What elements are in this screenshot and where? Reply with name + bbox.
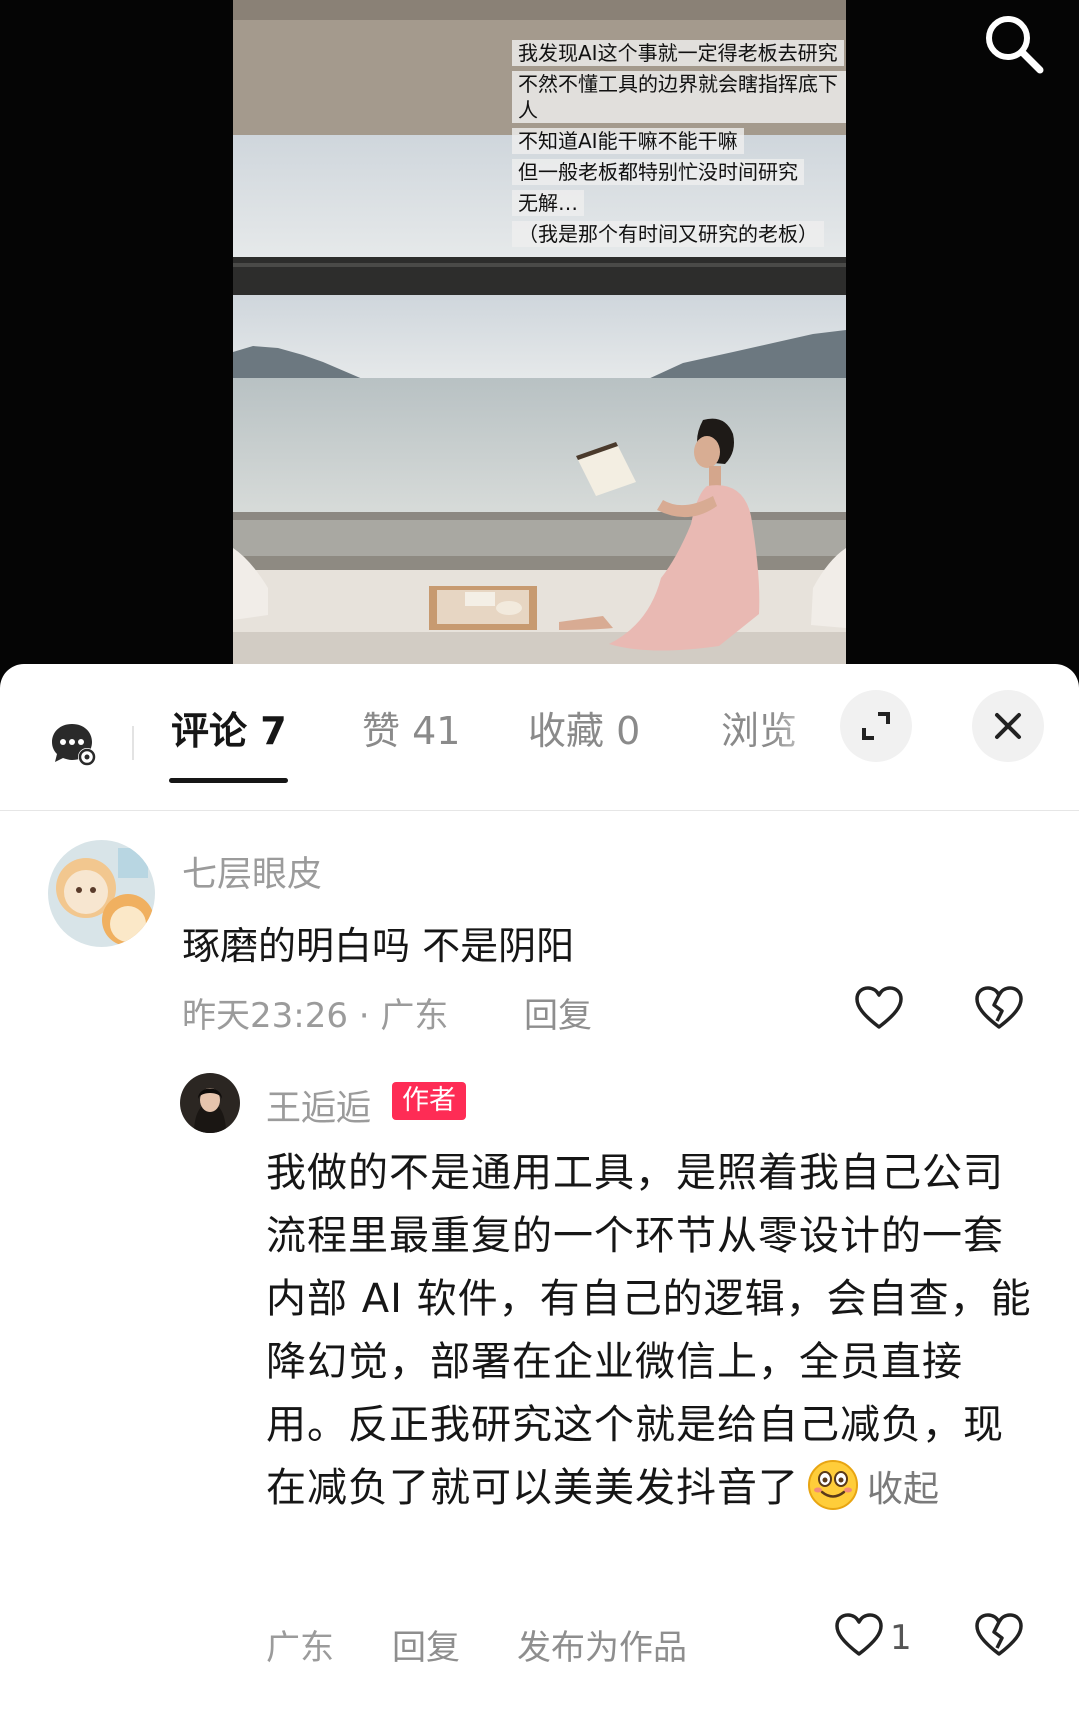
active-tab-indicator — [169, 778, 288, 783]
expand-button[interactable] — [840, 690, 912, 762]
video-frame[interactable]: 我发现AI这个事就一定得老板去研究 不然不懂工具的边界就会瞎指挥底下人 不知道A… — [233, 0, 846, 670]
caption-line: 不知道AI能干嘛不能干嘛 — [512, 128, 744, 154]
caption-line: 不然不懂工具的边界就会瞎指挥底下人 — [512, 71, 846, 123]
comment-settings-icon — [52, 724, 96, 766]
collapse-link[interactable]: 收起 — [867, 1469, 939, 1510]
like-button[interactable] — [854, 985, 904, 1035]
video-player[interactable]: 我发现AI这个事就一定得老板去研究 不然不懂工具的边界就会瞎指挥底下人 不知道A… — [0, 0, 1079, 680]
tab-comments[interactable]: 评论 7 — [171, 700, 287, 755]
broken-heart-icon — [975, 1613, 1023, 1656]
avatar[interactable] — [48, 840, 155, 947]
heart-icon — [835, 1613, 883, 1656]
tab-likes[interactable]: 赞 41 — [362, 700, 460, 755]
search-button[interactable] — [978, 8, 1050, 80]
reply-button[interactable]: 回复 — [524, 988, 592, 1037]
reply-like-count: 1 — [890, 1618, 912, 1658]
reply-comment-text: 我做的不是通用工具，是照着我自己公司流程里最重复的一个环节从零设计的一套内部 A… — [266, 1142, 1036, 1521]
comment-time-location: 昨天23:26 · 广东 — [182, 996, 449, 1036]
smiley-emoji-icon — [808, 1460, 858, 1510]
caption-line: 无解… — [512, 190, 584, 216]
avatar-image — [48, 840, 155, 947]
reply-like-button[interactable] — [834, 1612, 884, 1662]
comment-username[interactable]: 七层眼皮 — [182, 846, 322, 897]
tab-divider — [132, 726, 134, 760]
close-button[interactable] — [972, 690, 1044, 762]
reply-location: 广东 — [266, 1628, 334, 1668]
comment-text: 琢磨的明白吗 不是阴阳 — [182, 924, 575, 968]
video-caption-overlay: 我发现AI这个事就一定得老板去研究 不然不懂工具的边界就会瞎指挥底下人 不知道A… — [512, 40, 846, 252]
caption-line: 我发现AI这个事就一定得老板去研究 — [512, 40, 844, 66]
comment-tab-bar: 评论 7 赞 41 收藏 0 浏览 — [0, 664, 1079, 811]
author-username[interactable]: 王逅逅 — [266, 1080, 371, 1131]
tab-fade — [770, 684, 840, 774]
reply-dislike-button[interactable] — [974, 1612, 1024, 1662]
broken-heart-icon — [975, 986, 1023, 1029]
publish-as-work-button[interactable]: 发布为作品 — [517, 1620, 687, 1669]
reply-comment-body: 我做的不是通用工具，是照着我自己公司流程里最重复的一个环节从零设计的一套内部 A… — [266, 1150, 1032, 1511]
comment-settings-button[interactable] — [50, 720, 98, 768]
caption-line: 但一般老板都特别忙没时间研究 — [512, 159, 804, 185]
reply-reply-button[interactable]: 回复 — [392, 1620, 460, 1669]
search-icon — [986, 16, 1044, 74]
tab-favorites[interactable]: 收藏 0 — [528, 700, 640, 755]
caption-line: （我是那个有时间又研究的老板） — [512, 221, 824, 247]
author-avatar-image — [180, 1073, 240, 1133]
author-avatar[interactable] — [180, 1073, 240, 1133]
close-icon — [995, 713, 1021, 739]
expand-icon — [862, 712, 890, 740]
dislike-button[interactable] — [974, 985, 1024, 1035]
author-badge: 作者 — [392, 1082, 466, 1120]
heart-icon — [855, 986, 903, 1029]
